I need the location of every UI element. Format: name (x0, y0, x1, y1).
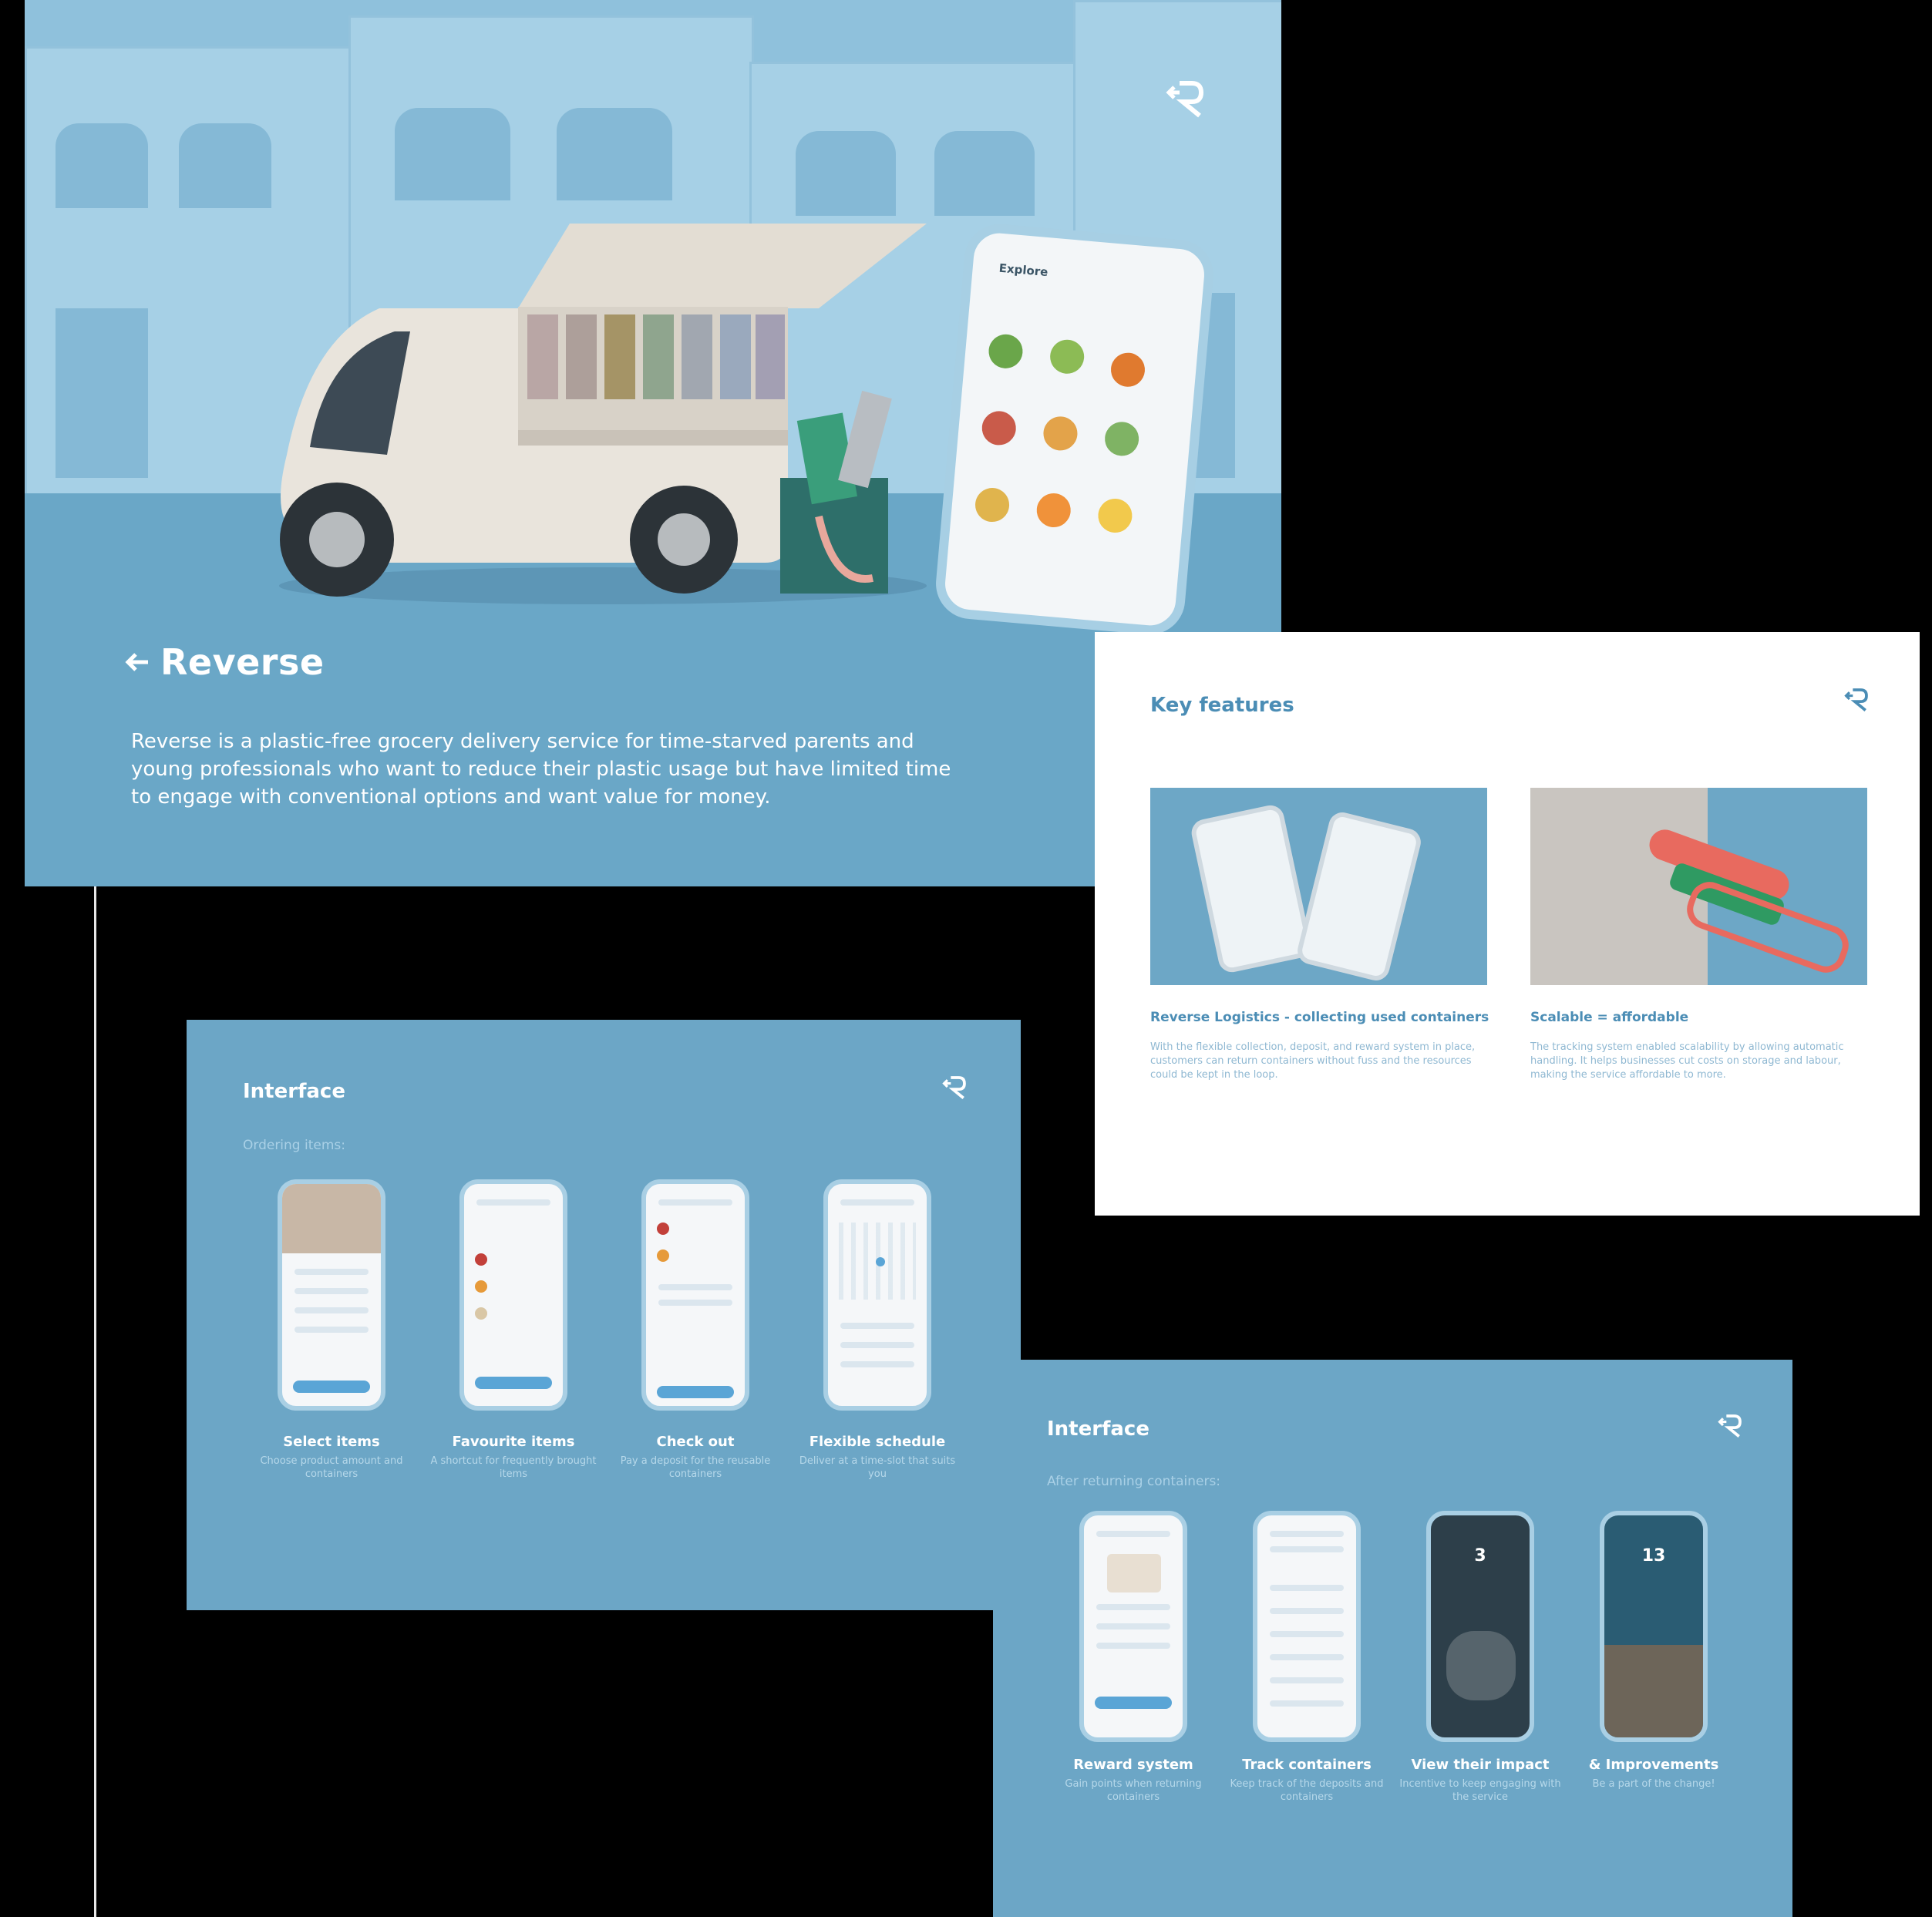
banana-icon (1096, 497, 1134, 534)
reverse-logo-icon (1166, 81, 1204, 118)
brand-name: Reverse (160, 641, 325, 683)
interface-subtitle: After returning containers: (1047, 1474, 1221, 1489)
improvement-count: 13 (1641, 1546, 1666, 1566)
brand-lockup: Reverse (125, 641, 325, 683)
phone-flexible-schedule (823, 1179, 931, 1411)
key-features-title: Key features (1150, 694, 1294, 717)
screen-text-select-items: Choose product amount and containers (260, 1455, 403, 1480)
reverse-logo-icon (942, 1076, 966, 1099)
broccoli-icon (987, 332, 1025, 370)
feature-image-tracking-tag (1530, 788, 1867, 985)
explore-phone-mockup: Explore (933, 220, 1217, 638)
screen-title-track-containers: Track containers (1242, 1757, 1372, 1773)
phone-view-impact: 3 (1426, 1511, 1534, 1742)
cabbage-icon (1048, 338, 1086, 375)
feature-title-scalable: Scalable = affordable (1530, 1010, 1689, 1025)
reverse-logo-icon (1718, 1414, 1742, 1438)
feature-text-logistics: With the flexible collection, deposit, a… (1150, 1041, 1476, 1081)
screen-text-track-containers: Keep track of the deposits and container… (1230, 1778, 1384, 1803)
screen-text-view-impact: Incentive to keep engaging with the serv… (1399, 1778, 1561, 1803)
apple-icon (980, 409, 1018, 447)
hero-slide: Explore Reverse Reverse is a plastic-fre… (25, 0, 1281, 886)
screen-text-reward-system: Gain points when returning containers (1065, 1778, 1202, 1803)
screen-title-favourite-items: Favourite items (452, 1434, 575, 1450)
screen-text-improvements: Be a part of the change! (1592, 1778, 1715, 1790)
screen-title-select-items: Select items (283, 1434, 380, 1450)
phone-select-items (278, 1179, 385, 1411)
feature-text-scalable: The tracking system enabled scalability … (1530, 1041, 1844, 1081)
hero-description: Reverse is a plastic-free grocery delive… (131, 730, 951, 809)
screen-title-flexible-schedule: Flexible schedule (809, 1434, 946, 1450)
interface-title: Interface (1047, 1418, 1149, 1441)
feature-title-logistics: Reverse Logistics - collecting used cont… (1150, 1010, 1489, 1025)
phone-improvements: 13 (1600, 1511, 1708, 1742)
feature-image-phones (1150, 788, 1487, 985)
orange-icon (1035, 492, 1072, 529)
interface-subtitle: Ordering items: (243, 1138, 345, 1153)
onion-icon (1042, 415, 1079, 452)
screen-title-view-impact: View their impact (1411, 1757, 1550, 1773)
phone-track-containers (1253, 1511, 1361, 1742)
brand-arrow-icon (125, 653, 148, 671)
interface-returning-slide: Interface After returning containers: 3 … (993, 1360, 1792, 1917)
interface-title: Interface (243, 1080, 345, 1103)
phone-favourite-items (459, 1179, 567, 1411)
interface-ordering-slide: Interface Ordering items: Select items C… (187, 1020, 1021, 1610)
phone-screen-title: Explore (998, 261, 1049, 280)
screen-text-favourite-items: A shortcut for frequently brought items (430, 1455, 597, 1480)
delivery-van-illustration (279, 224, 927, 604)
screen-title-improvements: & Improvements (1588, 1757, 1719, 1773)
reverse-logo-icon (1844, 688, 1868, 711)
screen-text-flexible-schedule: Deliver at a time-slot that suits you (799, 1455, 956, 1480)
screen-title-check-out: Check out (656, 1434, 735, 1450)
screen-text-check-out: Pay a deposit for the reusable container… (620, 1455, 771, 1480)
carrot-icon (1109, 351, 1146, 388)
screen-title-reward-system: Reward system (1073, 1757, 1193, 1773)
impact-count: 3 (1474, 1546, 1486, 1566)
phone-check-out (641, 1179, 749, 1411)
phone-reward-system (1079, 1511, 1187, 1742)
zucchini-icon (1103, 420, 1140, 458)
potato-icon (974, 486, 1011, 523)
key-features-slide: Key features Reverse Logistics - collect… (1095, 632, 1920, 1216)
